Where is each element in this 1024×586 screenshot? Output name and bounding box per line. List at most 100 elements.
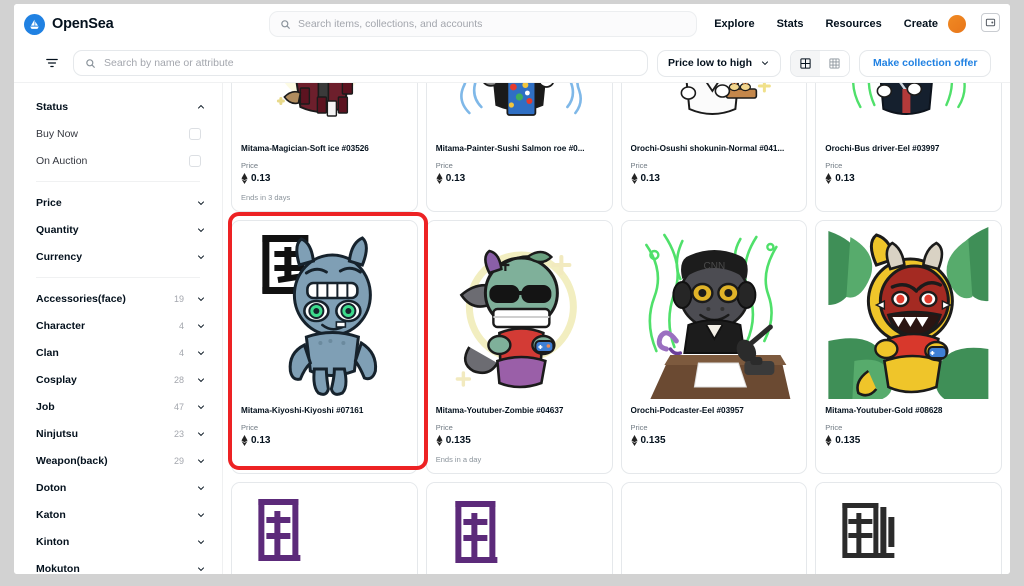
sidebar-option-buy-now-label: Buy Now bbox=[36, 127, 79, 140]
nft-price: 0.13 bbox=[241, 435, 408, 446]
view-grid-small-button[interactable] bbox=[820, 50, 849, 76]
make-collection-offer-label: Make collection offer bbox=[873, 57, 978, 69]
sidebar-group-cosplay[interactable]: Cosplay 28 bbox=[14, 366, 222, 393]
sidebar-option-buy-now[interactable]: Buy Now bbox=[14, 120, 222, 147]
nft-card[interactable] bbox=[425, 482, 613, 574]
sailboat-glyph bbox=[30, 19, 39, 29]
nft-card-highlighted[interactable]: Mitama-Kiyoshi-Kiyoshi #07161 Price 0.13 bbox=[231, 220, 418, 474]
nft-card[interactable]: Orochi-Osushi shokunin-Normal #041... Pr… bbox=[620, 83, 808, 212]
sidebar-option-on-auction[interactable]: On Auction bbox=[14, 147, 222, 174]
sidebar-group-price-label: Price bbox=[36, 196, 62, 209]
nft-artwork bbox=[816, 483, 1001, 574]
on-auction-checkbox[interactable] bbox=[189, 154, 201, 167]
price-label: Price bbox=[241, 161, 259, 170]
nft-price-value: 0.13 bbox=[251, 173, 271, 184]
bus-driver-eel-art bbox=[838, 83, 979, 137]
nav-link-create[interactable]: Create bbox=[904, 18, 938, 30]
sidebar-group-katon[interactable]: Katon bbox=[14, 501, 222, 528]
sidebar-group-doton-label: Doton bbox=[36, 481, 67, 494]
sidebar-group-status-label: Status bbox=[36, 100, 69, 113]
chevron-down-icon bbox=[198, 485, 204, 490]
chevron-down-icon bbox=[198, 512, 204, 517]
nft-card-info: Mitama-Kiyoshi-Kiyoshi #07161 Price 0.13 bbox=[232, 399, 417, 464]
sidebar-group-accessories-face[interactable]: Accessories(face) 19 bbox=[14, 285, 222, 312]
nav-links: Explore Stats Resources Create bbox=[714, 4, 938, 44]
nft-price: 0.135 bbox=[825, 435, 992, 446]
nft-auction-ends: Ends in a day bbox=[435, 455, 482, 464]
nft-card-info: Orochi-Osushi shokunin-Normal #041... Pr… bbox=[622, 137, 807, 202]
make-collection-offer-button[interactable]: Make collection offer bbox=[859, 49, 992, 77]
sidebar-group-weapon-back-label: Weapon(back) bbox=[36, 454, 108, 467]
nft-card[interactable]: Mitama-Painter-Sushi Salmon roe #0... Pr… bbox=[425, 83, 613, 212]
nft-card[interactable] bbox=[231, 482, 418, 574]
chevron-down-icon bbox=[198, 323, 204, 328]
brand-name: OpenSea bbox=[52, 16, 114, 32]
sidebar-group-quantity[interactable]: Quantity bbox=[14, 216, 222, 243]
sidebar-group-kinton[interactable]: Kinton bbox=[14, 528, 222, 555]
chevron-down-icon bbox=[198, 350, 204, 355]
price-label: Price bbox=[435, 423, 453, 432]
nav-link-stats[interactable]: Stats bbox=[777, 18, 804, 30]
global-search-input[interactable]: Search items, collections, and accounts bbox=[269, 11, 697, 37]
nft-artwork bbox=[621, 483, 807, 574]
nft-title: Mitama-Youtuber-Zombie #04637 bbox=[435, 406, 564, 415]
opensea-logo[interactable]: OpenSea bbox=[24, 13, 114, 35]
sidebar-group-cosplay-count: 28 bbox=[173, 374, 184, 385]
sidebar-group-ninjutsu[interactable]: Ninjutsu 23 bbox=[14, 420, 222, 447]
nft-title: Orochi-Osushi shokunin-Normal #041... bbox=[630, 144, 785, 153]
search-icon bbox=[281, 19, 291, 29]
nft-card[interactable]: Mitama-Youtuber-Gold #08628 Price 0.135 bbox=[815, 220, 1002, 474]
eth-icon bbox=[630, 173, 638, 184]
sidebar-group-price[interactable]: Price bbox=[14, 189, 222, 216]
sidebar-group-job[interactable]: Job 47 bbox=[14, 393, 222, 420]
nav-link-resources[interactable]: Resources bbox=[825, 18, 881, 30]
sidebar-group-doton[interactable]: Doton bbox=[14, 474, 222, 501]
sort-dropdown[interactable]: Price low to high bbox=[657, 49, 781, 77]
nft-card[interactable]: Orochi-Bus driver-Eel #03997 Price 0.13 bbox=[815, 83, 1002, 212]
attribute-search-input[interactable]: Search by name or attribute bbox=[73, 50, 648, 76]
nft-card[interactable]: Mitama-Magician-Soft ice #03526 Price 0.… bbox=[231, 83, 418, 212]
nft-title: Mitama-Magician-Soft ice #03526 bbox=[241, 144, 369, 153]
chevron-up-icon bbox=[198, 104, 204, 109]
browser-window: OpenSea Search items, collections, and a… bbox=[14, 4, 1010, 574]
sidebar-group-accessories-face-label: Accessories(face) bbox=[36, 292, 126, 305]
nft-auction-ends: Ends in 3 days bbox=[241, 193, 291, 202]
nft-card-info: Orochi-Podcaster-Eel #03957 Price 0.135 bbox=[622, 399, 807, 464]
sidebar-group-weapon-back[interactable]: Weapon(back) 29 bbox=[14, 447, 222, 474]
nft-card-info: Mitama-Youtuber-Gold #08628 Price 0.135 bbox=[816, 399, 1001, 464]
nft-card[interactable] bbox=[620, 482, 808, 574]
nft-price: 0.13 bbox=[825, 173, 992, 184]
view-grid-large-button[interactable] bbox=[791, 50, 820, 76]
price-label: Price bbox=[825, 161, 843, 170]
nft-card[interactable] bbox=[815, 482, 1002, 574]
price-label: Price bbox=[630, 423, 648, 432]
eth-icon bbox=[436, 435, 443, 446]
buy-now-checkbox[interactable] bbox=[189, 127, 201, 140]
kiyoshi-art bbox=[244, 221, 405, 399]
sidebar-group-mokuton[interactable]: Mokuton bbox=[14, 555, 222, 574]
nav-link-explore[interactable]: Explore bbox=[714, 18, 754, 30]
top-navigation-bar: OpenSea Search items, collections, and a… bbox=[14, 4, 1010, 44]
youtuber-gold-art bbox=[828, 221, 989, 399]
nft-price-value: 0.13 bbox=[835, 173, 855, 184]
chevron-down-icon bbox=[198, 377, 204, 382]
podcaster-eel-art: CNN bbox=[633, 221, 794, 399]
sidebar-group-mokuton-label: Mokuton bbox=[36, 562, 80, 575]
chevron-down-icon bbox=[198, 254, 204, 259]
wallet-icon[interactable] bbox=[981, 13, 1000, 32]
chevron-down-icon bbox=[198, 458, 204, 463]
sidebar-group-character[interactable]: Character 4 bbox=[14, 312, 222, 339]
nft-price-value: 0.13 bbox=[640, 173, 660, 184]
sidebar-group-clan[interactable]: Clan 4 bbox=[14, 339, 222, 366]
eth-icon bbox=[241, 173, 248, 184]
filter-icon[interactable] bbox=[40, 51, 64, 75]
grid-small-icon bbox=[829, 57, 840, 69]
avatar[interactable] bbox=[948, 15, 966, 33]
nft-card[interactable]: CNN Orochi-Podcaster-Eel #03957 Price 0.… bbox=[620, 220, 808, 474]
chevron-down-icon bbox=[198, 227, 204, 232]
sidebar-group-currency[interactable]: Currency bbox=[14, 243, 222, 270]
nft-card[interactable]: Mitama-Youtuber-Zombie #04637 Price 0.13… bbox=[425, 220, 613, 474]
eth-icon bbox=[825, 173, 832, 184]
chevron-down-icon bbox=[198, 404, 204, 409]
sidebar-group-status[interactable]: Status bbox=[14, 93, 222, 120]
